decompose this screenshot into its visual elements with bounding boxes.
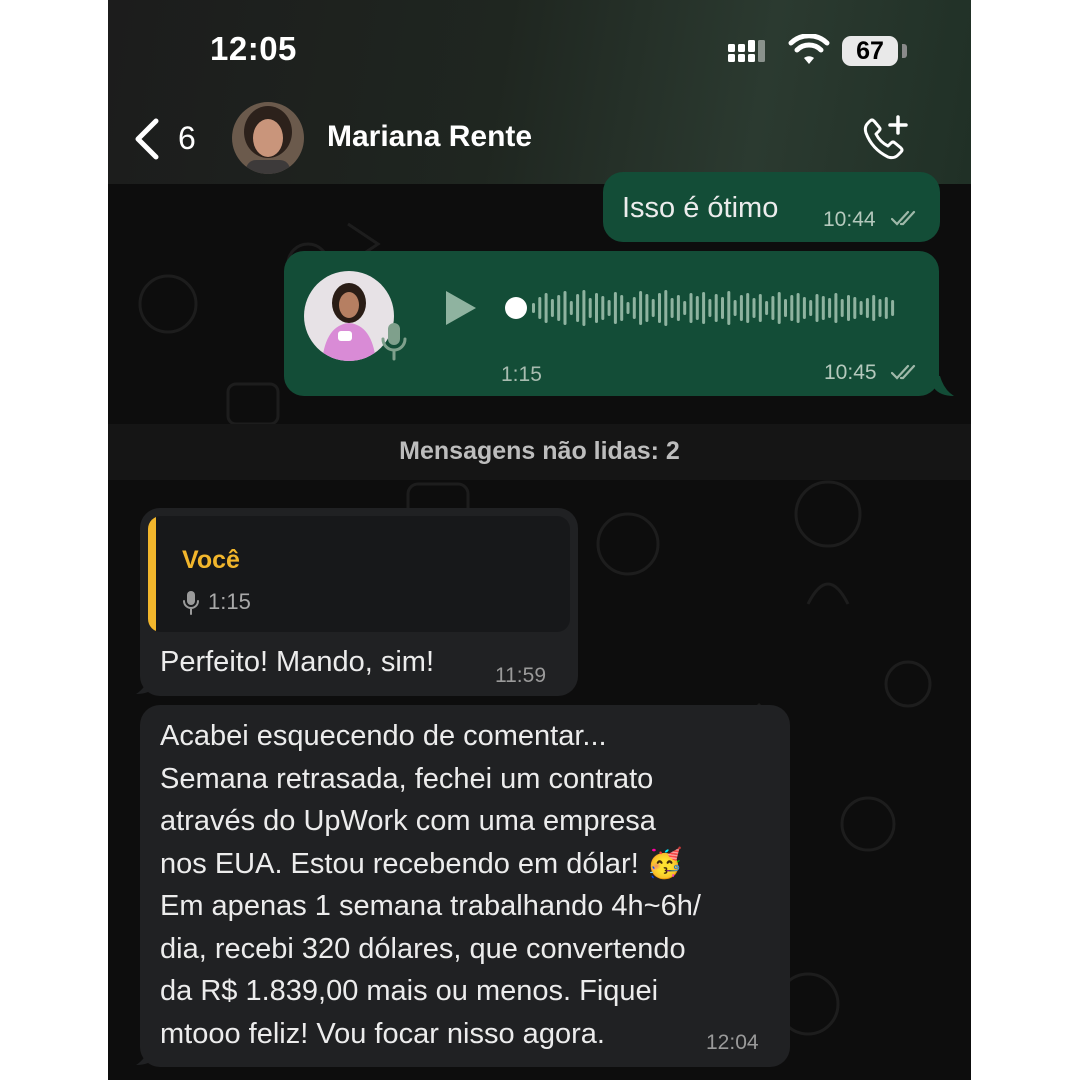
chat-header: 12:05 67 6 Mariana Rente bbox=[108, 0, 971, 184]
waveform-bar bbox=[626, 302, 630, 314]
waveform-bar bbox=[683, 301, 687, 315]
waveform-bar bbox=[607, 300, 611, 316]
quote-accent-bar bbox=[148, 516, 156, 632]
waveform-bar bbox=[702, 292, 706, 324]
waveform-bar bbox=[872, 295, 876, 321]
waveform-bar bbox=[733, 300, 737, 316]
status-time: 12:05 bbox=[210, 30, 297, 67]
wifi-icon bbox=[788, 34, 830, 64]
waveform-bar bbox=[784, 299, 787, 317]
message-time: 10:44 bbox=[823, 208, 876, 231]
bubble-tail bbox=[136, 674, 156, 694]
waveform-bar bbox=[815, 294, 819, 322]
waveform-bar bbox=[853, 297, 857, 319]
waveform-bar bbox=[828, 298, 832, 318]
voice-duration: 1:15 bbox=[501, 363, 542, 386]
incoming-reply-message[interactable]: Você 1:15 Perfeito! Mando, sim! 11:59 bbox=[140, 508, 578, 696]
phone-screen: 12:05 67 6 Mariana Rente Isso é ótimo 10… bbox=[108, 0, 971, 1080]
message-time: 11:59 bbox=[495, 664, 546, 687]
message-text: Perfeito! Mando, sim! bbox=[160, 646, 434, 678]
waveform-bar bbox=[658, 293, 661, 323]
waveform-bar bbox=[891, 300, 895, 316]
quoted-author: Você bbox=[182, 546, 240, 574]
contact-avatar[interactable] bbox=[232, 102, 304, 174]
quoted-duration: 1:15 bbox=[208, 589, 251, 614]
waveform-bar bbox=[834, 293, 838, 323]
waveform-bar bbox=[840, 299, 844, 317]
message-time: 10:45 bbox=[824, 361, 877, 384]
waveform-bar bbox=[821, 296, 825, 320]
waveform-bar bbox=[576, 294, 580, 322]
waveform-bar bbox=[708, 299, 712, 317]
waveform-bar bbox=[727, 291, 731, 325]
waveform-bar bbox=[884, 297, 888, 319]
waveform-bar bbox=[847, 295, 850, 321]
waveform-bar bbox=[746, 293, 750, 323]
waveform-bar bbox=[651, 299, 655, 317]
playback-scrubber bbox=[505, 297, 527, 319]
waveform-bar bbox=[595, 293, 598, 323]
waveform-bar bbox=[601, 296, 605, 320]
message-time: 12:04 bbox=[706, 1031, 759, 1054]
waveform-bar bbox=[689, 293, 693, 323]
bubble-tail bbox=[136, 1045, 156, 1065]
waveform-bar bbox=[538, 297, 542, 319]
waveform-bar bbox=[809, 300, 813, 316]
message-text: Acabei esquecendo de comentar... Semana … bbox=[160, 720, 701, 1050]
waveform-bar bbox=[639, 291, 643, 325]
waveform-bar bbox=[582, 290, 586, 326]
waveform-bar bbox=[695, 296, 699, 320]
waveform-bar bbox=[664, 290, 668, 326]
outgoing-message[interactable]: Isso é ótimo 10:44 bbox=[603, 172, 940, 242]
waveform-bar bbox=[532, 303, 535, 313]
bubble-tail bbox=[934, 376, 954, 396]
waveform-bar bbox=[676, 295, 680, 321]
waveform-bar bbox=[802, 297, 806, 319]
waveform-bar bbox=[771, 296, 775, 320]
back-chevron-icon[interactable] bbox=[132, 118, 162, 160]
waveform-bar bbox=[790, 295, 794, 321]
waveform-bar bbox=[714, 294, 718, 322]
battery-icon: 67 bbox=[842, 36, 898, 66]
waveform-bar bbox=[758, 294, 762, 322]
add-call-icon[interactable] bbox=[860, 113, 910, 163]
waveform-bar bbox=[777, 292, 781, 324]
contact-name[interactable]: Mariana Rente bbox=[327, 120, 532, 154]
message-text: Isso é ótimo bbox=[622, 192, 779, 224]
waveform-bar bbox=[588, 298, 592, 318]
read-ticks-icon bbox=[891, 364, 916, 380]
waveform-bar bbox=[865, 298, 869, 318]
unread-count[interactable]: 6 bbox=[178, 120, 196, 157]
microphone-icon bbox=[381, 323, 407, 361]
waveform-bar bbox=[670, 298, 674, 318]
waveform-bar bbox=[544, 293, 548, 323]
microphone-icon bbox=[183, 591, 199, 615]
audio-waveform[interactable] bbox=[504, 281, 914, 335]
quoted-message[interactable]: Você 1:15 bbox=[148, 516, 570, 632]
waveform-bar bbox=[563, 291, 567, 325]
waveform-bar bbox=[796, 293, 800, 323]
incoming-message[interactable]: Acabei esquecendo de comentar... Semana … bbox=[140, 705, 790, 1067]
waveform-bar bbox=[613, 292, 617, 324]
waveform-bar bbox=[557, 295, 561, 321]
waveform-bar bbox=[765, 301, 769, 315]
waveform-bar bbox=[550, 299, 554, 317]
waveform-bar bbox=[569, 301, 573, 315]
waveform-bar bbox=[859, 301, 863, 315]
waveform-bar bbox=[739, 295, 743, 321]
voice-message[interactable]: 1:15 10:45 bbox=[284, 251, 939, 396]
signal-icon bbox=[728, 40, 765, 62]
unread-divider-label: Mensagens não lidas: 2 bbox=[399, 437, 680, 465]
read-ticks-icon bbox=[891, 210, 916, 226]
battery-tip bbox=[902, 44, 907, 58]
waveform-bar bbox=[632, 297, 636, 319]
unread-divider: Mensagens não lidas: 2 bbox=[108, 424, 971, 480]
waveform-bar bbox=[620, 295, 624, 321]
waveform-bar bbox=[878, 299, 882, 317]
waveform-bar bbox=[645, 294, 649, 322]
waveform-bar bbox=[721, 297, 724, 319]
play-icon[interactable] bbox=[442, 289, 478, 327]
waveform-bar bbox=[752, 298, 756, 318]
